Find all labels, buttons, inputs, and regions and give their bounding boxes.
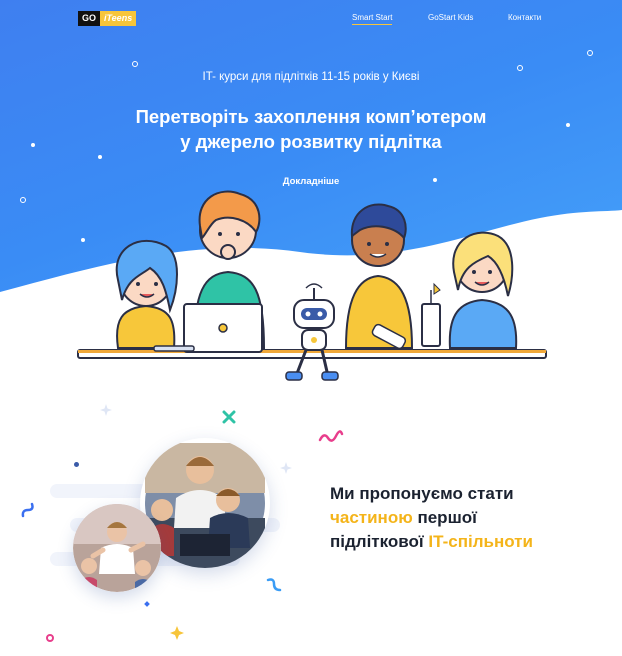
hero-headline: Перетворіть захоплення комп’ютером у дже… <box>0 104 622 154</box>
hero-subtitle: IT- курси для підлітків 11-15 років у Ки… <box>202 71 420 83</box>
offer-line-2: частиною першої <box>330 506 590 530</box>
girl-blue-hair-figure <box>115 240 178 349</box>
photo-collage <box>50 430 300 610</box>
star-decoration <box>587 50 593 56</box>
kids-with-computers-illustration <box>77 190 547 381</box>
offer-highlight-it-community: IT-спільноти <box>428 532 533 551</box>
star-decoration <box>98 155 102 159</box>
star-decoration <box>20 197 26 203</box>
community-offer-heading: Ми пропонуємо стати частиною першої підл… <box>330 482 590 554</box>
offer-line-1: Ми пропонуємо стати <box>330 484 514 503</box>
students-photo-small <box>73 504 161 592</box>
star-decoration <box>170 626 184 640</box>
main-nav: Smart Start GoStart Kids Контакти <box>0 13 622 27</box>
nav-item-contacts[interactable]: Контакти <box>508 13 541 22</box>
star-decoration <box>100 404 112 416</box>
offer-line-3: підліткової IT-спільноти <box>330 530 590 554</box>
nav-item-smart-start[interactable]: Smart Start <box>352 13 393 25</box>
cross-decoration <box>222 410 236 424</box>
ring-decoration <box>46 634 54 642</box>
star-decoration <box>132 61 138 67</box>
offer-line-3-start: підліткової <box>330 532 429 551</box>
squiggle-decoration <box>21 502 34 518</box>
robot-figure <box>285 283 339 381</box>
headline-line-1: Перетворіть захоплення комп’ютером <box>135 106 487 127</box>
boy-yellow-shirt-figure <box>344 203 414 350</box>
offer-line-2-rest: першої <box>412 508 477 527</box>
nav-item-gostart-kids[interactable]: GoStart Kids <box>428 13 473 22</box>
girl-blonde-figure <box>421 231 518 349</box>
offer-highlight-part: частиною <box>330 508 413 527</box>
squiggle-decoration <box>318 430 344 442</box>
headline-line-2: у джерело розвитку підлітка <box>180 131 442 152</box>
